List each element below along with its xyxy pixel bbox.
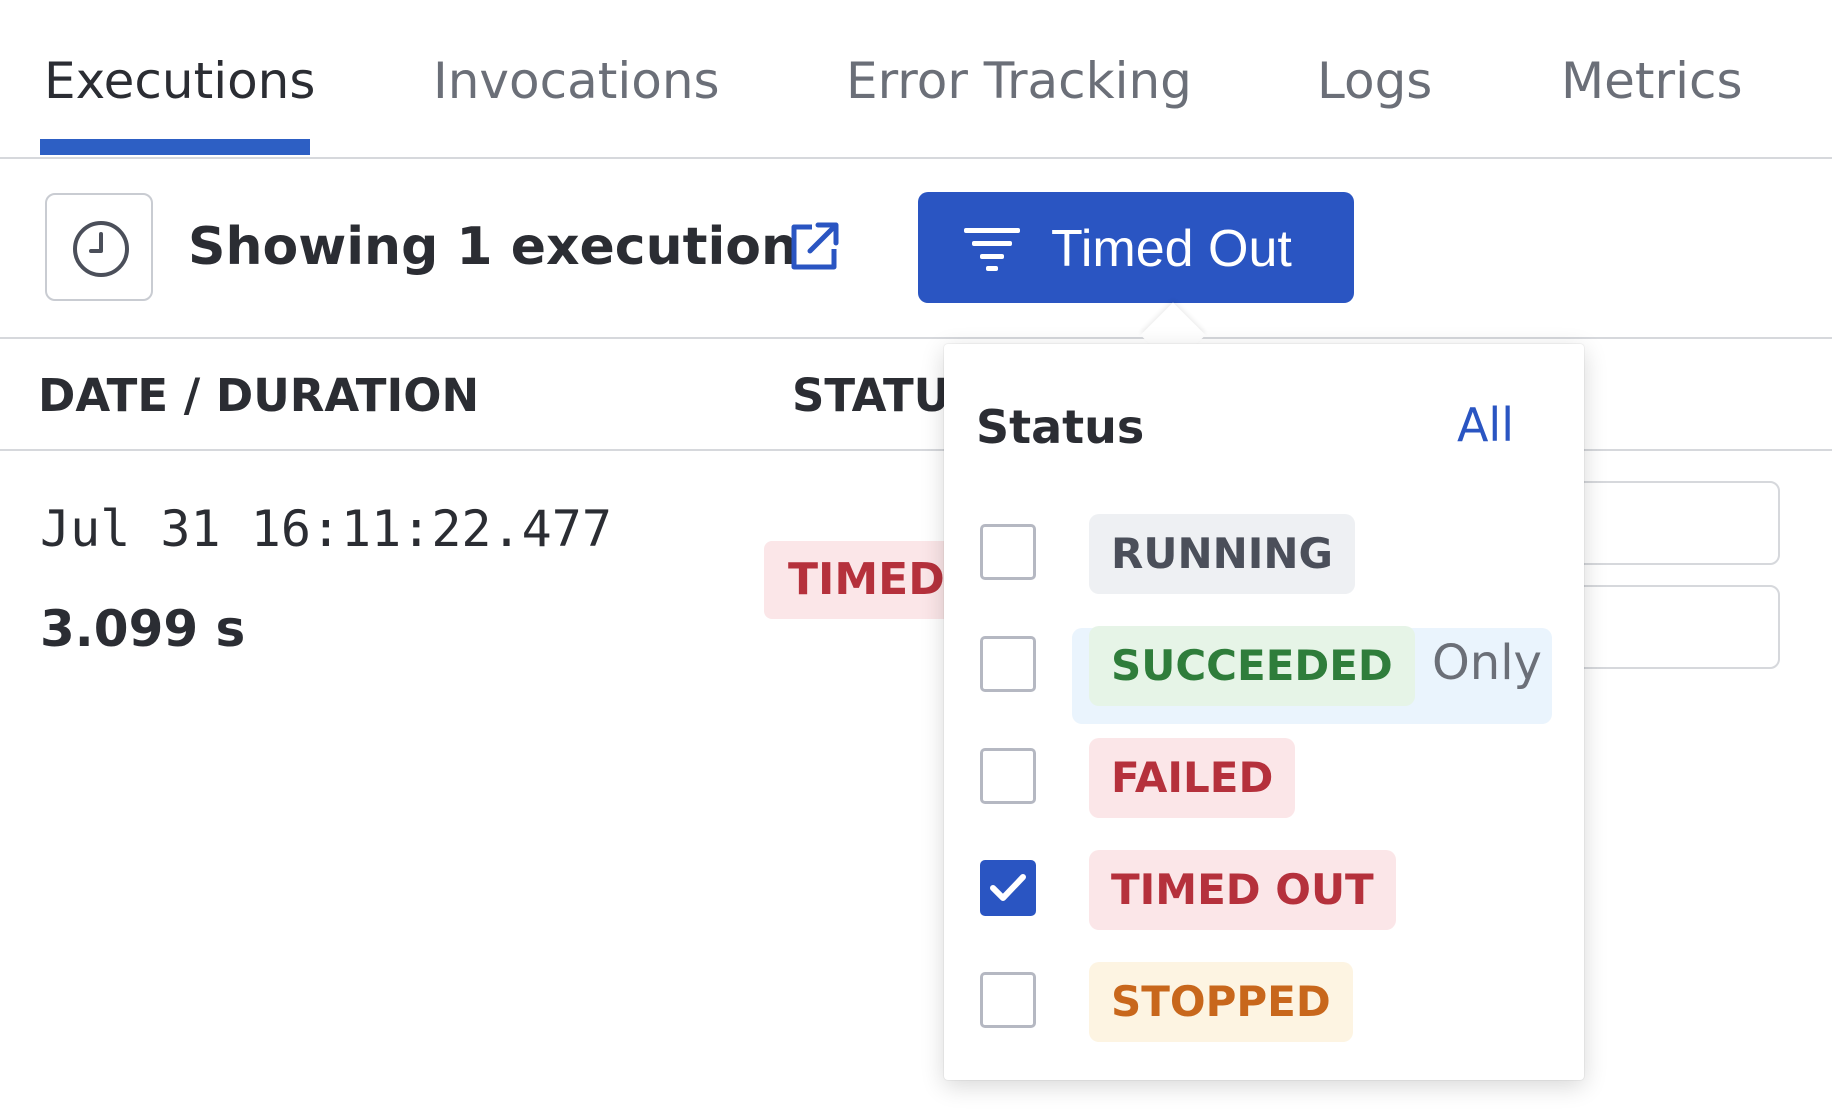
status-option-badge: RUNNING <box>1089 514 1355 594</box>
status-option-running[interactable]: RUNNING <box>944 512 1584 608</box>
tab-logs[interactable]: Logs <box>1317 52 1432 110</box>
tab-metrics[interactable]: Metrics <box>1561 52 1743 110</box>
status-checkbox[interactable] <box>980 860 1036 916</box>
tab-error-tracking[interactable]: Error Tracking <box>846 52 1192 110</box>
status-option-timed-out[interactable]: TIMED OUT <box>944 848 1584 944</box>
status-filter-label: Timed Out <box>1051 220 1292 278</box>
time-range-button[interactable] <box>45 193 153 301</box>
filter-icon <box>964 228 1020 271</box>
status-checkbox[interactable] <box>980 636 1036 692</box>
active-tab-indicator <box>40 139 310 155</box>
execution-duration: 3.099 s <box>40 600 246 658</box>
status-checkbox[interactable] <box>980 524 1036 580</box>
status-checkbox[interactable] <box>980 972 1036 1028</box>
row-action-field <box>1560 481 1780 565</box>
tab-invocations[interactable]: Invocations <box>433 52 720 110</box>
open-external-link[interactable] <box>786 219 842 279</box>
status-filter-button[interactable]: Timed Out <box>918 192 1354 303</box>
only-link[interactable]: Only <box>1432 635 1542 691</box>
status-option-stopped[interactable]: STOPPED <box>944 960 1584 1056</box>
execution-count-text: Showing 1 execution <box>188 217 799 277</box>
status-option-badge: STOPPED <box>1089 962 1353 1042</box>
checkmark-icon <box>990 874 1026 901</box>
status-option-failed[interactable]: FAILED <box>944 736 1584 832</box>
external-link-icon <box>791 222 839 270</box>
column-header-date-duration: DATE / DURATION <box>38 369 480 422</box>
clock-icon <box>73 221 129 277</box>
status-option-badge: TIMED OUT <box>1089 850 1396 930</box>
select-all-link[interactable]: All <box>1457 398 1514 452</box>
tab-executions[interactable]: Executions <box>44 52 315 110</box>
tab-bar: Executions Invocations Error Tracking Lo… <box>0 0 1832 159</box>
status-option-badge: FAILED <box>1089 738 1296 818</box>
status-checkbox[interactable] <box>980 748 1036 804</box>
popover-title: Status <box>976 400 1145 454</box>
status-option-badge: SUCCEEDED <box>1089 626 1415 706</box>
execution-date: Jul 31 16:11:22.477 <box>40 500 612 558</box>
toolbar: Showing 1 execution Timed Out <box>0 159 1832 339</box>
row-action-field <box>1560 585 1780 669</box>
